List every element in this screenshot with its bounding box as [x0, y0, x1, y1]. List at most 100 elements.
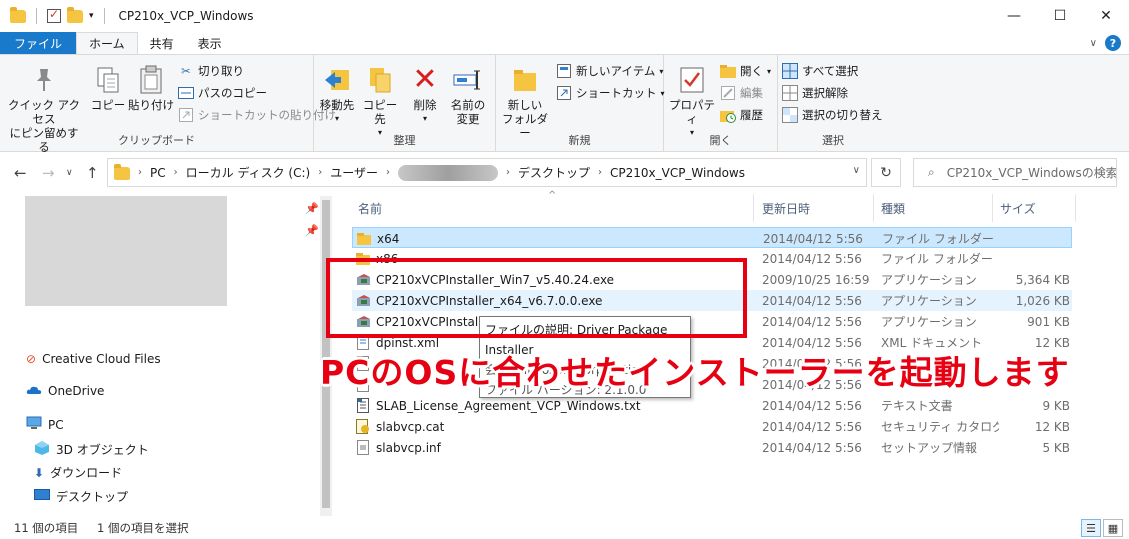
- chevron-right-icon[interactable]: ›: [506, 167, 510, 178]
- column-header-date[interactable]: 更新日時: [756, 194, 874, 222]
- properties-button[interactable]: プロパティ ▾: [668, 65, 716, 140]
- rename-icon: [453, 65, 483, 95]
- tab-share[interactable]: 共有: [138, 32, 186, 54]
- nav-item-desktop[interactable]: デスクトップ: [34, 488, 128, 505]
- new-item-button[interactable]: 新しいアイテム ▾: [556, 63, 663, 79]
- refresh-button[interactable]: ↻: [871, 158, 901, 187]
- refresh-icon: ↻: [880, 164, 892, 181]
- maximize-button[interactable]: ☐: [1037, 0, 1083, 32]
- column-header-size[interactable]: サイズ: [994, 194, 1076, 222]
- nav-item-downloads[interactable]: ⬇ ダウンロード: [34, 464, 122, 481]
- back-arrow-icon[interactable]: ←: [14, 164, 27, 182]
- minimize-button[interactable]: —: [991, 0, 1037, 32]
- breadcrumb-desktop[interactable]: デスクトップ: [518, 164, 590, 181]
- properties-icon: [677, 65, 707, 95]
- ribbon: クイック アクセス にピン留めする コピー 貼り付け ✂ 切り取り パスのコピー…: [0, 55, 1129, 154]
- annotation-text: PCのOSに合わせたインストーラーを起動します: [320, 353, 1070, 392]
- quick-access-redacted: [25, 196, 227, 306]
- edit-button[interactable]: 編集: [720, 85, 763, 101]
- history-button[interactable]: 履歴: [720, 107, 763, 123]
- column-header-type[interactable]: 種類: [875, 194, 993, 222]
- window-title: CP210x_VCP_Windows: [118, 9, 254, 23]
- move-to-icon: [322, 65, 352, 95]
- file-date: 2014/04/12 5:56: [762, 314, 862, 329]
- chevron-right-icon[interactable]: ›: [318, 167, 322, 178]
- chevron-down-icon[interactable]: ▾: [89, 11, 94, 21]
- rename-button[interactable]: 名前の 変更: [446, 65, 490, 126]
- properties-icon[interactable]: [47, 7, 61, 23]
- nav-item-creative-cloud[interactable]: ⊘ Creative Cloud Files: [26, 352, 161, 366]
- search-input[interactable]: ⌕ CP210x_VCP_Windowsの検索: [913, 158, 1117, 187]
- breadcrumb-users[interactable]: ユーザー: [330, 164, 378, 181]
- cut-button[interactable]: ✂ 切り取り: [178, 63, 244, 79]
- path-icon: [178, 85, 194, 101]
- nav-item-label: ダウンロード: [50, 466, 123, 480]
- invert-selection-icon: [782, 107, 798, 123]
- breadcrumb-username-redacted[interactable]: [397, 164, 498, 181]
- chevron-right-icon[interactable]: ›: [174, 167, 178, 178]
- paste-label: 貼り付け: [128, 98, 174, 112]
- tab-file[interactable]: ファイル: [0, 32, 77, 54]
- pin-icon[interactable]: 📌: [305, 224, 319, 237]
- file-size: 5,364 KB: [1015, 272, 1070, 287]
- tab-home[interactable]: ホーム: [76, 32, 138, 54]
- address-bar[interactable]: › PC › ローカル ディスク (C:) › ユーザー › › デスクトップ …: [107, 158, 867, 187]
- forward-arrow-icon[interactable]: →: [42, 164, 55, 182]
- chevron-down-icon[interactable]: ∨: [1090, 38, 1097, 49]
- file-name-cell: slabvcp.cat: [356, 416, 732, 437]
- details-view-icon: ☰: [1086, 521, 1096, 535]
- copy-to-button[interactable]: コピー先 ▾: [358, 65, 402, 140]
- nav-item-pc[interactable]: PC: [26, 416, 64, 433]
- select-all-button[interactable]: すべて選択: [782, 63, 858, 79]
- close-button[interactable]: ✕: [1083, 0, 1129, 32]
- paste-button[interactable]: 貼り付け: [128, 65, 174, 112]
- chevron-right-icon[interactable]: ›: [598, 167, 602, 178]
- select-none-button[interactable]: 選択解除: [782, 85, 848, 101]
- file-size: 1,026 KB: [1015, 293, 1070, 308]
- copy-button[interactable]: コピー: [88, 65, 128, 112]
- open-icon: [720, 63, 736, 79]
- rename-label: 名前の 変更: [450, 98, 486, 126]
- nav-item-onedrive[interactable]: OneDrive: [26, 384, 104, 398]
- easy-access-button[interactable]: ショートカット ▾: [556, 85, 665, 101]
- breadcrumb-current-folder[interactable]: CP210x_VCP_Windows: [610, 166, 745, 180]
- new-folder-icon[interactable]: [67, 6, 83, 23]
- large-icons-view-button[interactable]: ▦: [1103, 519, 1123, 537]
- chevron-right-icon[interactable]: ›: [138, 167, 142, 178]
- paste-shortcut-button[interactable]: ショートカットの貼り付け: [178, 107, 336, 123]
- chevron-right-icon[interactable]: ›: [386, 167, 390, 178]
- new-item-icon: [556, 63, 572, 79]
- copy-path-button[interactable]: パスのコピー: [178, 85, 267, 101]
- breadcrumb-local-disk[interactable]: ローカル ディスク (C:): [186, 164, 311, 181]
- help-icon[interactable]: ?: [1105, 35, 1121, 51]
- file-row[interactable]: slabvcp.inf 2014/04/12 5:56 セットアップ情報 5 KB: [352, 437, 1072, 458]
- column-header-name[interactable]: 名前: [352, 194, 754, 222]
- delete-button[interactable]: ✕ 削除 ▾: [408, 65, 442, 126]
- navigation-pane: 📌 📌 ⊘ Creative Cloud Files OneDrive PC 3…: [0, 194, 332, 516]
- tab-view[interactable]: 表示: [186, 32, 234, 54]
- copy-label: コピー: [90, 98, 126, 112]
- invert-selection-button[interactable]: 選択の切り替え: [782, 107, 883, 123]
- pin-icon[interactable]: 📌: [305, 202, 319, 215]
- chevron-down-icon: ▾: [767, 66, 772, 76]
- details-view-button[interactable]: ☰: [1081, 519, 1101, 537]
- file-row[interactable]: SLAB_License_Agreement_VCP_Windows.txt 20…: [352, 395, 1072, 416]
- properties-label: プロパティ: [669, 98, 715, 126]
- search-icon: ⌕: [928, 165, 935, 179]
- breadcrumb-pc[interactable]: PC: [150, 166, 166, 180]
- move-to-label: 移動先: [319, 98, 355, 112]
- nav-item-3d-objects[interactable]: 3D オブジェクト: [34, 440, 149, 459]
- chevron-down-icon[interactable]: ∨: [853, 165, 860, 176]
- new-folder-button[interactable]: 新しい フォルダー: [500, 65, 550, 140]
- open-button[interactable]: 開く ▾: [720, 63, 771, 79]
- window-controls: — ☐ ✕: [991, 0, 1129, 32]
- up-arrow-icon[interactable]: ↑: [86, 164, 99, 182]
- move-to-button[interactable]: 移動先 ▾: [318, 65, 356, 126]
- group-label-organize: 整理: [393, 134, 416, 147]
- file-row[interactable]: slabvcp.cat 2014/04/12 5:56 セキュリティ カタログ 12 …: [352, 416, 1072, 437]
- desktop-icon: [34, 488, 50, 505]
- nav-item-label: OneDrive: [48, 384, 105, 398]
- clipboard-icon: [136, 65, 166, 95]
- recent-locations-icon[interactable]: ∨: [66, 168, 73, 178]
- file-row[interactable]: x64 2014/04/12 5:56 ファイル フォルダー: [352, 227, 1072, 248]
